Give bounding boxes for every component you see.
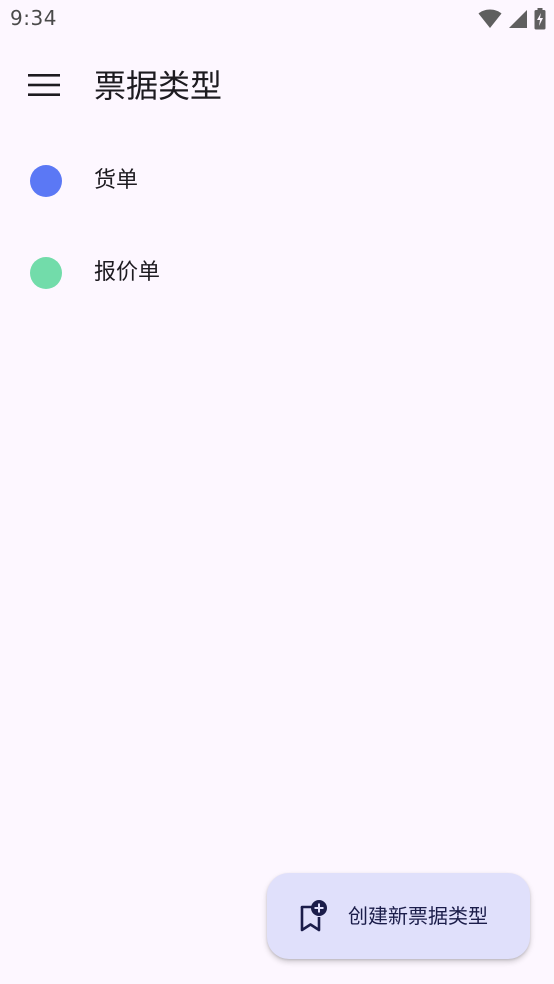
wifi-icon: [478, 9, 502, 28]
list-item-label: 报价单: [94, 260, 161, 285]
cellular-signal-icon: [509, 10, 527, 28]
top-app-bar: 票据类型: [0, 40, 554, 134]
battery-charging-icon: [534, 8, 546, 30]
screen: 9:34 票据类型 货单 报价单 创建新票据类型: [0, 0, 554, 984]
hamburger-menu-icon: [28, 74, 60, 96]
list-item-label: 货单: [94, 168, 139, 193]
color-dot: [30, 257, 62, 289]
status-time: 9:34: [10, 6, 57, 30]
color-dot: [30, 165, 62, 197]
bookmark-add-icon: [300, 900, 327, 932]
status-bar: 9:34: [0, 0, 554, 40]
page-title: 票据类型: [94, 67, 223, 105]
fab-label: 创建新票据类型: [348, 904, 488, 928]
menu-button[interactable]: [24, 65, 64, 105]
list-item[interactable]: 报价单: [0, 226, 554, 318]
status-icons: [478, 8, 546, 30]
list-item[interactable]: 货单: [0, 134, 554, 226]
create-receipt-type-button[interactable]: 创建新票据类型: [267, 873, 530, 959]
receipt-type-list: 货单 报价单: [0, 134, 554, 318]
